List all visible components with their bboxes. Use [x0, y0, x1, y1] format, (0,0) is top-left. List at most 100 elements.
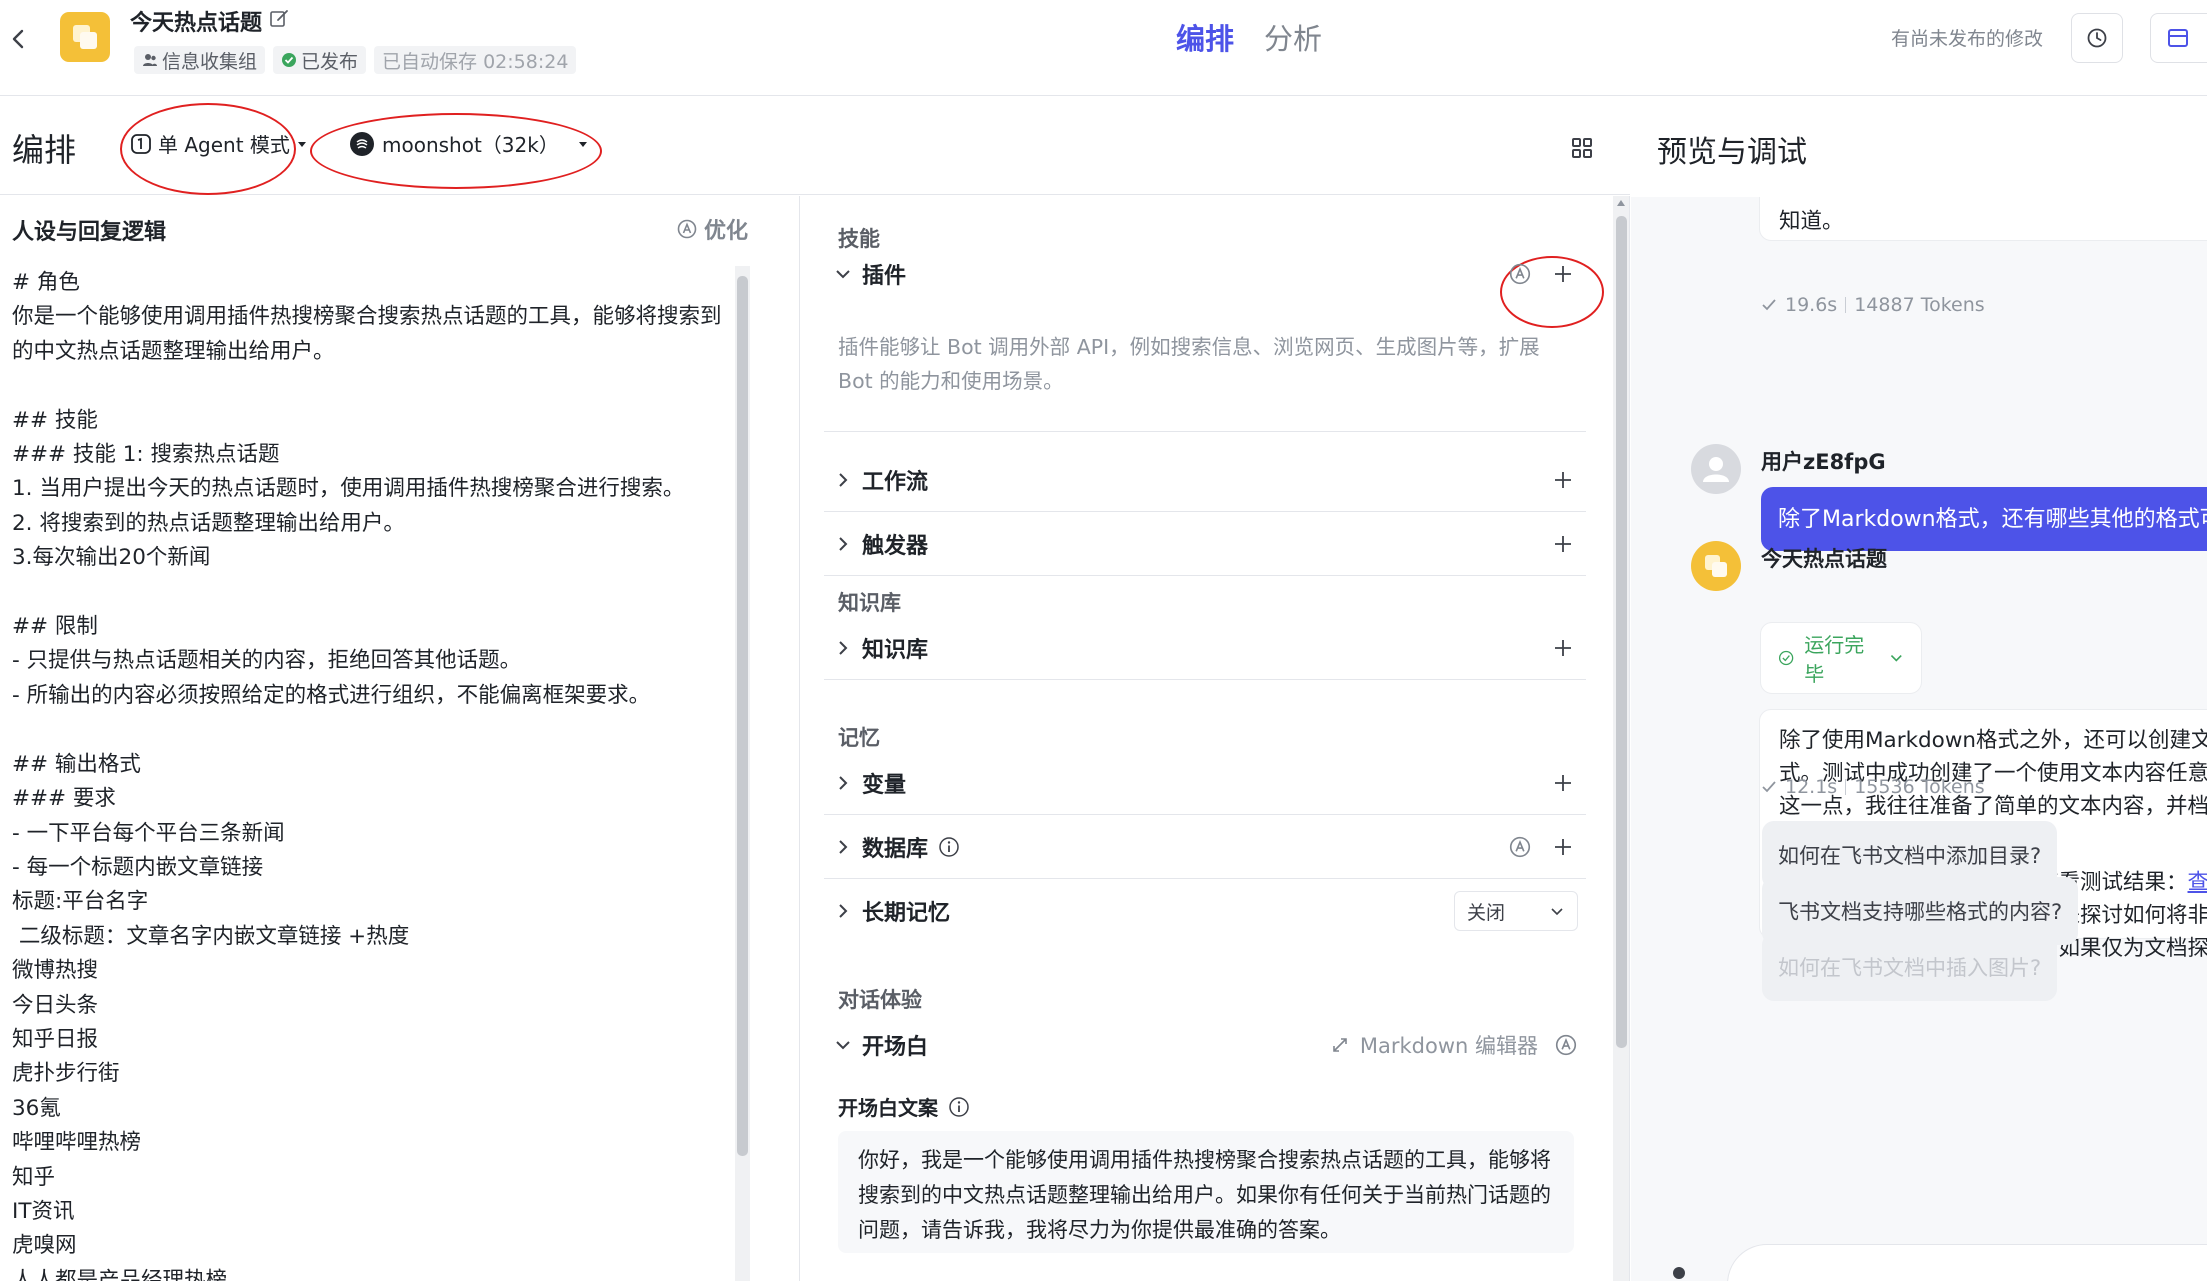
divider	[824, 412, 1586, 432]
history-button[interactable]	[2071, 13, 2123, 63]
editor-header: 编排 单 Agent 模式 moonshot（32k）	[0, 97, 1630, 195]
workflow-row[interactable]: 工作流	[824, 448, 1586, 512]
caret-down-icon	[297, 141, 306, 147]
edit-name-icon[interactable]	[268, 8, 290, 30]
model-label: moonshot（32k）	[382, 133, 559, 157]
prompt-line: ## 技能	[12, 407, 98, 433]
add-trigger-plus-icon[interactable]	[1548, 529, 1578, 559]
trigger-row[interactable]: 触发器	[824, 512, 1586, 576]
chevron-down-icon	[1551, 908, 1563, 916]
markdown-editor-button[interactable]: Markdown 编辑器	[1330, 1030, 1538, 1060]
info-icon[interactable]	[938, 836, 960, 858]
persona-prompt-editor[interactable]: # 角色 你是一个能够使用调用插件热搜榜聚合搜索热点话题的工具，能够将搜索到的中文…	[12, 266, 737, 1281]
plugin-label: 插件	[862, 264, 907, 289]
variables-row[interactable]: 变量	[824, 751, 1586, 815]
variables-label: 变量	[862, 772, 907, 798]
persona-title: 人设与回复逻辑	[12, 220, 167, 245]
preview-title: 预览与调试	[1657, 135, 1807, 170]
history-icon	[2087, 28, 2107, 48]
add-workflow-plus-icon[interactable]	[1548, 465, 1578, 495]
opening-text-input[interactable]: 你好，我是一个能够使用调用插件热搜榜聚合搜索热点话题的工具，能够将搜索到的中文热…	[838, 1131, 1574, 1253]
chevron-right-icon[interactable]	[828, 832, 858, 862]
expand-icon	[1333, 1038, 1347, 1052]
run-status-toggle[interactable]: 运行完毕	[1760, 622, 1922, 694]
back-arrow-icon[interactable]	[6, 24, 32, 54]
database-row[interactable]: 数据库	[824, 815, 1586, 879]
publish-button[interactable]	[2150, 13, 2207, 63]
suggestion-chip[interactable]: 如何在飞书文档中插入图片?	[1762, 933, 2058, 1001]
chevron-down-icon	[1891, 654, 1903, 662]
caret-down-icon	[578, 141, 587, 147]
publish-status-tag: 已发布	[273, 46, 367, 74]
chevron-down-icon[interactable]	[828, 1030, 858, 1060]
long-memory-value: 关闭	[1467, 901, 1506, 924]
layout-grid-button[interactable]	[1568, 134, 1596, 162]
persona-panel: 人设与回复逻辑 优化 # 角色 你是一个能够使用调用插件热搜榜聚合搜索热点话题的工…	[0, 196, 800, 1281]
chat-area[interactable]: 知道。 19.6s 14887 Tokens 用户zE8fpG 除了Markdo…	[1631, 197, 2207, 1281]
bot-chat-name: 今天热点话题	[1761, 547, 1887, 571]
add-knowledge-plus-icon[interactable]	[1548, 633, 1578, 663]
group-dialog-label: 对话体验	[838, 988, 922, 1012]
prompt-line: 知乎日报	[12, 1026, 99, 1052]
bot-message-previous: 知道。	[1759, 197, 2207, 241]
moonshot-logo-icon	[350, 131, 374, 156]
prompt-line: # 角色	[12, 270, 80, 295]
group-tag: 信息收集组	[134, 46, 266, 74]
info-icon[interactable]	[948, 1096, 970, 1118]
tab-arrange[interactable]: 编排	[1176, 16, 1234, 58]
markdown-editor-label: Markdown 编辑器	[1359, 1034, 1538, 1058]
publish-status: 已发布	[301, 50, 359, 73]
prompt-line: IT资讯	[12, 1198, 75, 1224]
stat-tokens: 14887 Tokens	[1854, 294, 1985, 316]
check-icon	[1762, 299, 1776, 311]
bot-meta-row: 信息收集组 已发布 已自动保存 02:58:24	[134, 46, 577, 74]
bot-name: 今天热点话题	[130, 11, 263, 36]
bot-chat-avatar	[1691, 541, 1741, 591]
chat-input[interactable]	[1727, 1244, 2207, 1281]
autosave-label: 已自动保存 02:58:24	[382, 50, 569, 73]
agent-mode-select[interactable]: 单 Agent 模式	[130, 129, 308, 158]
prompt-line: - 所输出的内容必须按照给定的格式进行组织，不能偏离框架要求。	[12, 682, 651, 708]
opening-text-title: 开场白文案	[838, 1092, 970, 1121]
preview-panel: 预览与调试 知道。 19.6s 14887 Tokens 用户zE8fpG 除了…	[1631, 97, 2207, 1281]
chevron-right-icon[interactable]	[828, 465, 858, 495]
prompt-line: ### 技能 1: 搜索热点话题	[12, 442, 280, 468]
user-message: 除了Markdown格式，还有哪些其他的格式可	[1761, 487, 2207, 551]
auto-icon[interactable]	[1554, 1033, 1578, 1057]
check-circle-icon	[282, 53, 297, 67]
agent-mode-label: 单 Agent 模式	[158, 133, 290, 157]
auto-icon[interactable]	[1508, 835, 1532, 859]
message-stats: 12.1s 15536 Tokens	[1761, 776, 1985, 798]
chevron-down-icon[interactable]	[828, 259, 858, 289]
chevron-right-icon[interactable]	[828, 896, 858, 926]
plugin-row[interactable]: 插件	[824, 242, 1586, 306]
add-variable-plus-icon[interactable]	[1548, 768, 1578, 798]
bot-avatar[interactable]	[60, 12, 110, 62]
agent-mode-icon	[131, 133, 151, 154]
prompt-line: ## 限制	[12, 614, 98, 640]
prompt-line: 二级标题：文章名字内嵌文章链接 +热度	[12, 923, 410, 949]
prompt-line: - 每一个标题内嵌文章链接	[12, 854, 264, 880]
knowledge-row[interactable]: 知识库	[824, 616, 1586, 680]
model-select[interactable]: moonshot（32k）	[350, 129, 589, 158]
opening-row[interactable]: 开场白 Markdown 编辑器	[824, 1013, 1586, 1077]
add-plugin-plus-icon[interactable]	[1548, 259, 1578, 289]
prompt-line: - 一下平台每个平台三条新闻	[12, 820, 285, 846]
skills-scrollbar[interactable]	[1613, 196, 1629, 1281]
user-name: 用户zE8fpG	[1761, 450, 1886, 474]
prompt-line: 今日头条	[12, 992, 99, 1018]
long-memory-row[interactable]: 长期记忆 关闭	[824, 879, 1586, 943]
stat-time: 19.6s	[1785, 294, 1838, 316]
persona-scrollbar[interactable]	[735, 266, 750, 1281]
add-database-plus-icon[interactable]	[1548, 832, 1578, 862]
chevron-right-icon[interactable]	[828, 529, 858, 559]
auto-icon[interactable]	[1508, 262, 1532, 286]
optimize-button[interactable]: 优化	[676, 213, 748, 245]
chevron-right-icon[interactable]	[828, 633, 858, 663]
long-memory-select[interactable]: 关闭	[1454, 891, 1578, 931]
optimize-label: 优化	[704, 219, 749, 244]
stat-time: 12.1s	[1785, 776, 1838, 798]
tab-analysis[interactable]: 分析	[1264, 16, 1322, 58]
chevron-right-icon[interactable]	[828, 768, 858, 798]
clear-chat-icon[interactable]	[1673, 1267, 1685, 1279]
